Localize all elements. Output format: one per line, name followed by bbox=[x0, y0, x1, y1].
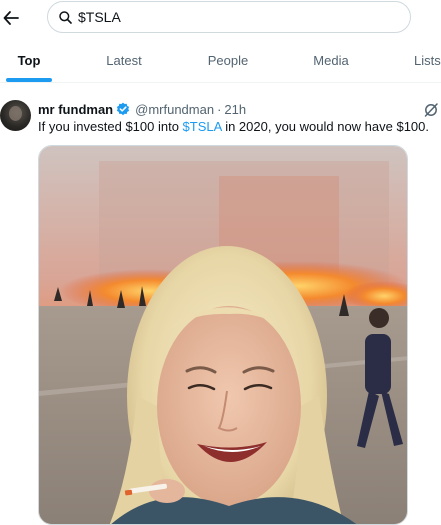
active-tab-indicator bbox=[6, 78, 52, 82]
cashtag-link[interactable]: $TSLA bbox=[183, 119, 222, 134]
search-input-container[interactable] bbox=[47, 1, 411, 33]
back-arrow-icon[interactable] bbox=[0, 6, 22, 30]
tab-label: People bbox=[207, 52, 249, 68]
search-icon bbox=[59, 10, 73, 24]
grok-icon[interactable] bbox=[423, 102, 439, 118]
tweet-header: mr fundman @mrfundman · 21h bbox=[38, 100, 246, 118]
tab-lists[interactable]: Lists bbox=[406, 38, 441, 82]
tab-people[interactable]: People bbox=[197, 38, 259, 82]
tab-label: Latest bbox=[106, 52, 142, 68]
search-input[interactable] bbox=[78, 9, 378, 25]
meme-photo bbox=[39, 146, 407, 524]
tab-label: Media bbox=[313, 52, 349, 68]
author-handle[interactable]: @mrfundman bbox=[135, 102, 214, 117]
separator: · bbox=[217, 101, 222, 117]
tweet-image[interactable] bbox=[38, 145, 408, 525]
timestamp[interactable]: 21h bbox=[224, 102, 246, 117]
author-name[interactable]: mr fundman bbox=[38, 102, 113, 117]
verified-badge-icon bbox=[116, 102, 131, 117]
tab-label: Lists bbox=[414, 52, 441, 68]
tab-media[interactable]: Media bbox=[302, 38, 360, 82]
avatar[interactable] bbox=[0, 100, 31, 131]
tab-label: Top bbox=[17, 52, 41, 68]
tab-top[interactable]: Top bbox=[0, 38, 58, 82]
tweet-text-start: If you invested $100 into bbox=[38, 119, 183, 134]
top-bar bbox=[0, 0, 441, 38]
tweet[interactable]: mr fundman @mrfundman · 21h If you inves… bbox=[0, 83, 441, 525]
tweet-text: If you invested $100 into $TSLA in 2020,… bbox=[38, 119, 429, 134]
tab-latest[interactable]: Latest bbox=[94, 38, 154, 82]
tweet-text-end: in 2020, you would now have $100. bbox=[221, 119, 430, 134]
search-tabs: Top Latest People Media Lists bbox=[0, 38, 441, 83]
